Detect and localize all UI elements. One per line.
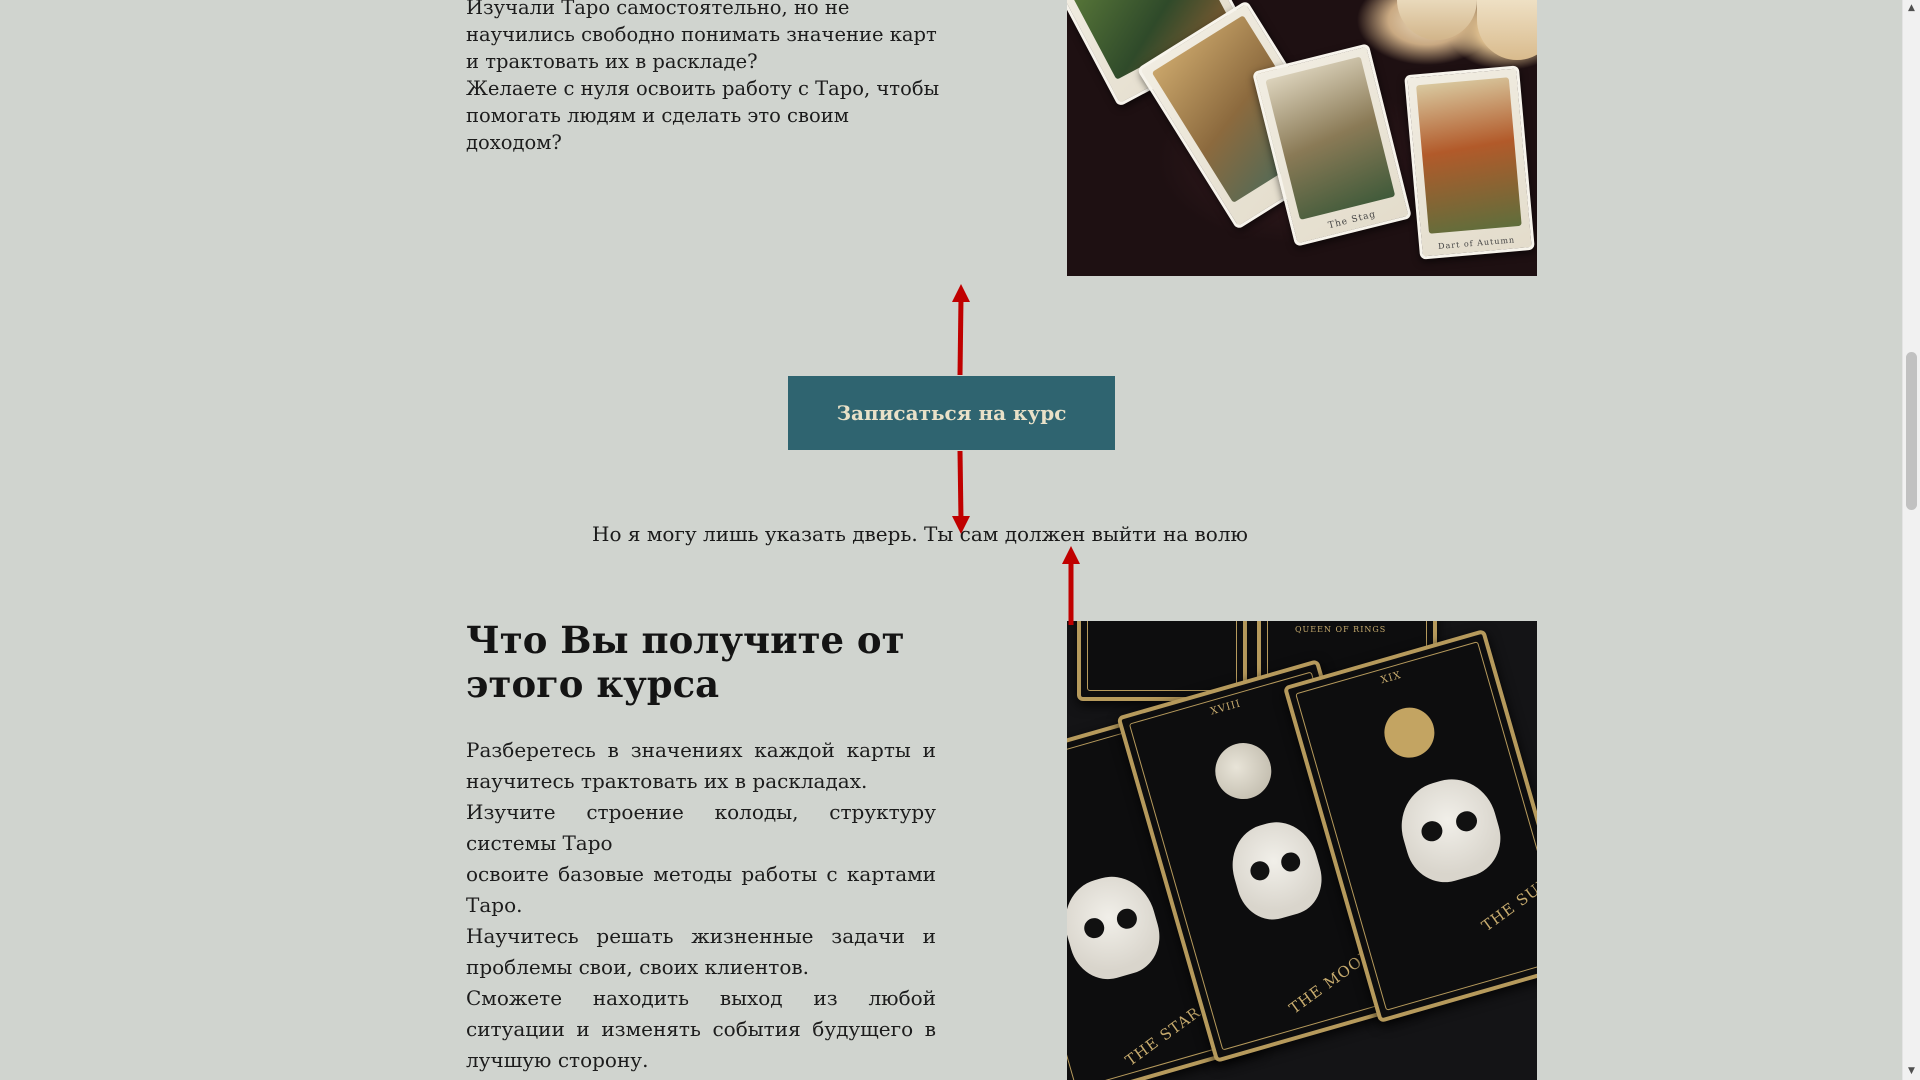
benefit-item: Научитесь решать жизненные задачи и проб…	[466, 924, 936, 979]
vertical-scrollbar[interactable]: ▲ ▼	[1902, 0, 1920, 1080]
benefit-item: Изучите строение колоды, структуру систе…	[466, 800, 936, 855]
benefit-item: Разберетесь в значениях каждой карты и н…	[466, 738, 936, 793]
intro-paragraph: Изучали Таро самостоятельно, но не научи…	[466, 0, 937, 73]
tarot-card: Dart of Autumn	[1404, 65, 1535, 260]
arrow-up-icon	[952, 284, 970, 376]
benefit-item: Сможете находить выход из любой ситуации…	[466, 986, 936, 1072]
enroll-button[interactable]: Записаться на курс	[788, 376, 1115, 450]
card-caption: QUEEN OF RINGS	[1295, 625, 1387, 634]
tarot-cards-candles-photo: The Stag Dart of Autumn	[1067, 0, 1537, 276]
section-title: Что Вы получите от этого курса	[466, 618, 905, 706]
benefit-item: освоите базовые методы работы с картами …	[466, 862, 936, 917]
candle	[1397, 0, 1477, 40]
card-caption: The Stag	[1327, 209, 1378, 232]
scroll-down-icon[interactable]: ▼	[1903, 1063, 1920, 1080]
page: Изучали Таро самостоятельно, но не научи…	[0, 0, 1920, 1080]
scroll-up-icon[interactable]: ▲	[1903, 0, 1920, 17]
dark-tarot-deck-photo: QUEEN OF RINGS THE STAR XVIII THE MOON X…	[1067, 621, 1537, 1080]
benefits-list: Разберетесь в значениях каждой карты и н…	[466, 735, 936, 1076]
scroll-thumb[interactable]	[1906, 352, 1917, 510]
card-caption: Dart of Autumn	[1437, 235, 1516, 252]
quote-text: Но я могу лишь указать дверь. Ты сам дол…	[592, 522, 1248, 546]
intro-text: Изучали Таро самостоятельно, но не научи…	[466, 0, 946, 156]
tarot-card: The Stag	[1252, 43, 1412, 247]
arrow-up-icon	[1062, 546, 1080, 625]
candle	[1477, 0, 1537, 60]
intro-paragraph: Желаете с нуля освоить работу с Таро, чт…	[466, 77, 940, 154]
